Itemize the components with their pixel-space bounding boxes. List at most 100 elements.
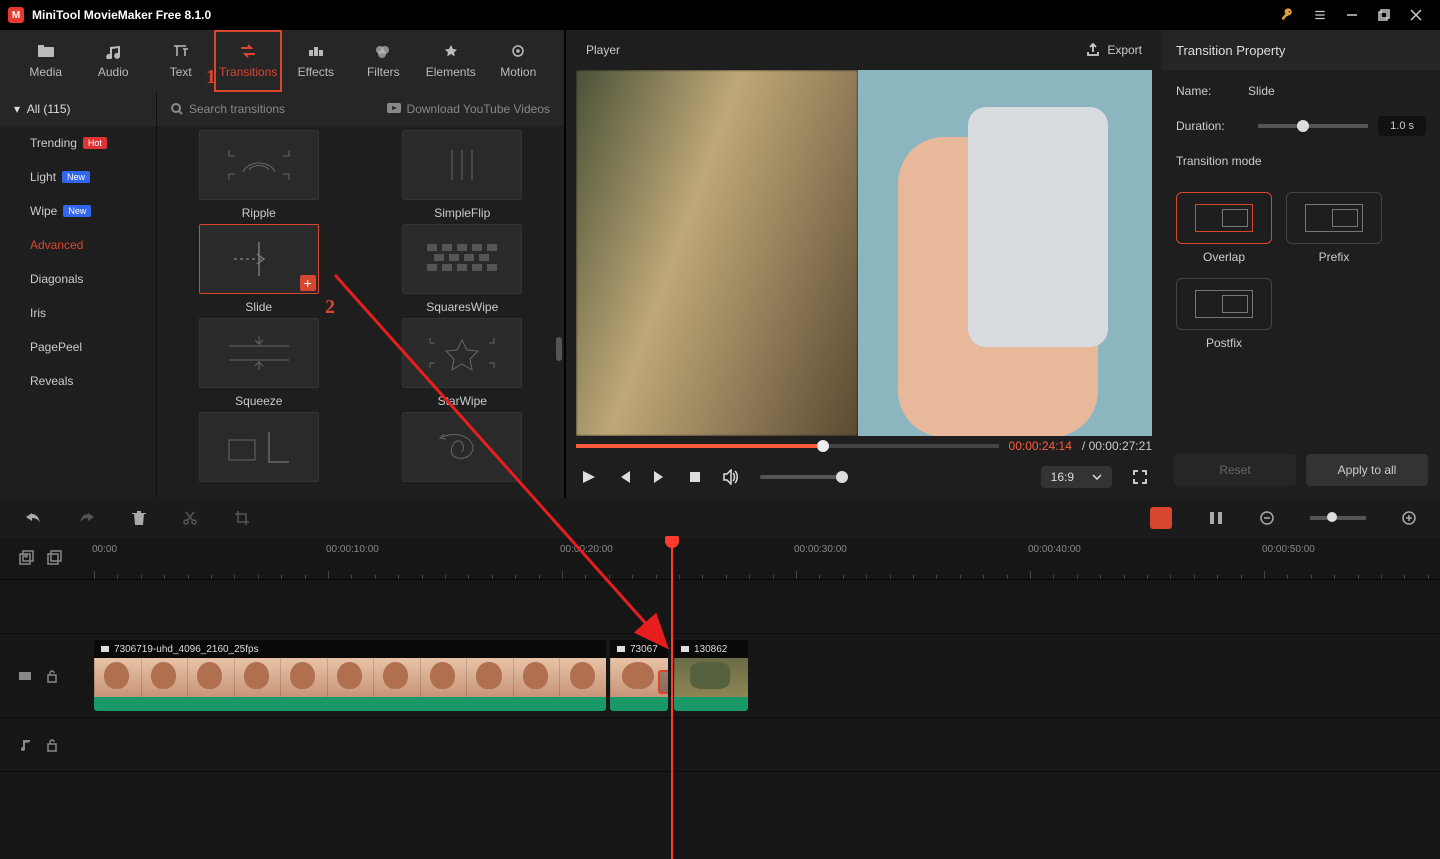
tab-motion[interactable]: Motion <box>485 30 552 92</box>
name-label: Name: <box>1176 84 1248 98</box>
app-title: MiniTool MovieMaker Free 8.1.0 <box>32 8 211 22</box>
category-all[interactable]: ▾ All (115) <box>0 92 156 126</box>
playhead[interactable] <box>671 538 673 859</box>
redo-button[interactable] <box>78 510 96 526</box>
annotation-1: 1 <box>206 66 216 89</box>
undo-button[interactable] <box>24 510 42 526</box>
library-tabs: Media Audio Text Transitions Effects Fil… <box>0 30 564 92</box>
tab-effects[interactable]: Effects <box>282 30 349 92</box>
category-list: ▾ All (115) TrendingHot LightNew WipeNew… <box>0 92 157 498</box>
delete-button[interactable] <box>132 510 146 526</box>
crop-button[interactable] <box>234 510 250 526</box>
zoom-in-button[interactable] <box>1402 511 1416 525</box>
transition-starwipe[interactable]: StarWipe <box>373 318 553 408</box>
mode-overlap[interactable]: Overlap <box>1176 192 1272 264</box>
category-wipe[interactable]: WipeNew <box>0 194 156 228</box>
time-current: 00:00:24:14 <box>1009 439 1072 453</box>
fullscreen-button[interactable] <box>1132 469 1148 485</box>
minimize-button[interactable] <box>1336 0 1368 30</box>
player-pane: Player Export 00:00:24:14 / 00:00:27:21 … <box>572 30 1156 498</box>
menu-icon[interactable] <box>1304 0 1336 30</box>
unlock-icon[interactable] <box>46 669 58 683</box>
seek-bar[interactable] <box>576 444 999 448</box>
track-audio[interactable] <box>0 718 1440 772</box>
category-advanced[interactable]: Advanced <box>0 228 156 262</box>
zoom-out-button[interactable] <box>1260 511 1274 525</box>
transition-grid: Search transitions Download YouTube Vide… <box>157 92 564 498</box>
duration-label: Duration: <box>1176 119 1248 133</box>
volume-slider[interactable] <box>760 475 848 479</box>
prev-button[interactable] <box>616 469 632 485</box>
tab-media[interactable]: Media <box>12 30 79 92</box>
download-youtube-link[interactable]: Download YouTube Videos <box>387 102 550 116</box>
snap-toggle[interactable] <box>1150 507 1172 529</box>
stop-button[interactable] <box>688 470 702 484</box>
mode-prefix[interactable]: Prefix <box>1286 192 1382 264</box>
search-input[interactable]: Search transitions <box>171 102 285 116</box>
tab-text[interactable]: Text <box>147 30 214 92</box>
name-value: Slide <box>1248 84 1275 98</box>
annotation-2: 2 <box>325 296 335 319</box>
new-badge: New <box>63 205 91 217</box>
applied-transition[interactable] <box>658 670 668 694</box>
clip-3[interactable]: 130862 <box>674 640 748 711</box>
track-toggle[interactable] <box>1208 510 1224 526</box>
aspect-ratio-select[interactable]: 16:9 <box>1041 466 1112 488</box>
play-button[interactable] <box>580 469 596 485</box>
tab-transitions[interactable]: Transitions <box>214 30 282 92</box>
video-track-icon <box>18 669 32 683</box>
category-iris[interactable]: Iris <box>0 296 156 330</box>
player-title: Player <box>586 43 620 57</box>
marker-icon[interactable] <box>46 550 64 566</box>
transition-squareswipe[interactable]: SquaresWipe <box>373 224 553 314</box>
track-overlay[interactable] <box>0 580 1440 634</box>
category-reveals[interactable]: Reveals <box>0 364 156 398</box>
new-badge: New <box>62 171 90 183</box>
transition-slide[interactable]: +Slide <box>169 224 349 314</box>
volume-icon[interactable] <box>722 469 740 485</box>
time-ruler[interactable]: 00:0000:00:10:0000:00:20:0000:00:30:0000… <box>0 538 1440 580</box>
properties-panel: Transition Property Name:Slide Duration:… <box>1162 30 1440 498</box>
app-logo: M <box>8 7 24 23</box>
export-button[interactable]: Export <box>1085 42 1142 58</box>
split-button[interactable] <box>182 510 198 526</box>
timeline-toolbar <box>0 498 1440 538</box>
category-light[interactable]: LightNew <box>0 160 156 194</box>
tab-elements[interactable]: Elements <box>417 30 484 92</box>
duration-slider[interactable] <box>1258 124 1368 128</box>
clip-2[interactable]: 73067 <box>610 640 668 711</box>
timeline: 00:0000:00:10:0000:00:20:0000:00:30:0000… <box>0 538 1440 859</box>
tab-filters[interactable]: Filters <box>350 30 417 92</box>
track-video[interactable]: 7306719-uhd_4096_2160_25fps 73067 130862 <box>0 634 1440 718</box>
add-marker-icon[interactable] <box>18 550 36 566</box>
grid-scrollbar[interactable] <box>556 337 562 361</box>
apply-all-button[interactable]: Apply to all <box>1306 454 1428 486</box>
duration-value[interactable]: 1.0 s <box>1378 116 1426 136</box>
clip-1[interactable]: 7306719-uhd_4096_2160_25fps <box>94 640 606 711</box>
transition-item-7[interactable] <box>169 412 349 482</box>
category-pagepeel[interactable]: PagePeel <box>0 330 156 364</box>
license-key-icon[interactable] <box>1272 0 1304 30</box>
maximize-button[interactable] <box>1368 0 1400 30</box>
video-preview[interactable] <box>576 70 1152 436</box>
close-button[interactable] <box>1400 0 1432 30</box>
time-total: / 00:00:27:21 <box>1082 439 1152 453</box>
library-pane: Media Audio Text Transitions Effects Fil… <box>0 30 566 498</box>
next-button[interactable] <box>652 469 668 485</box>
zoom-slider[interactable] <box>1310 516 1366 520</box>
add-transition-icon[interactable]: + <box>300 275 316 291</box>
hot-badge: Hot <box>83 137 107 149</box>
audio-track-icon <box>18 738 32 752</box>
mode-postfix[interactable]: Postfix <box>1176 278 1272 350</box>
unlock-icon[interactable] <box>46 738 58 752</box>
tab-audio[interactable]: Audio <box>79 30 146 92</box>
transition-ripple[interactable]: Ripple <box>169 130 349 220</box>
reset-button[interactable]: Reset <box>1174 454 1296 486</box>
transition-squeeze[interactable]: Squeeze <box>169 318 349 408</box>
properties-title: Transition Property <box>1162 30 1440 70</box>
transition-simpleflip[interactable]: SimpleFlip <box>373 130 553 220</box>
transition-item-8[interactable] <box>373 412 553 482</box>
category-diagonals[interactable]: Diagonals <box>0 262 156 296</box>
category-trending[interactable]: TrendingHot <box>0 126 156 160</box>
mode-label: Transition mode <box>1176 154 1426 168</box>
